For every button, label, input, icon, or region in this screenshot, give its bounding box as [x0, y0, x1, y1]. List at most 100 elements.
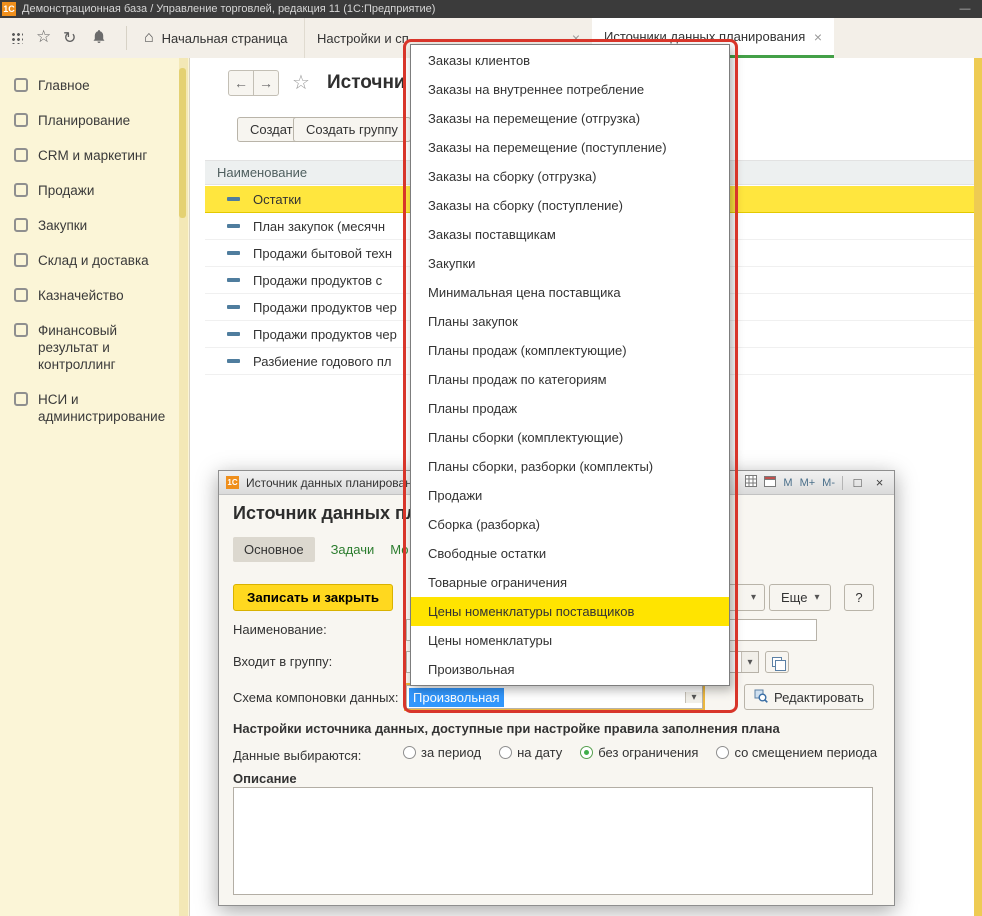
- sidebar-item-label: Казначейство: [38, 287, 124, 304]
- list-item-icon: [227, 278, 240, 282]
- favorites-star-icon[interactable]: ☆: [36, 27, 51, 47]
- sidebar-item-label: НСИ и администрирование: [38, 391, 173, 425]
- radio-option-2[interactable]: без ограничения: [580, 745, 698, 760]
- sidebar-item-4[interactable]: Закупки: [0, 208, 189, 243]
- tab-close-icon[interactable]: ×: [814, 29, 822, 45]
- tab-label: Начальная страница: [162, 31, 288, 46]
- dropdown-item[interactable]: Заказы на перемещение (поступление): [411, 133, 729, 162]
- name-label: Наименование:: [233, 622, 327, 637]
- calendar-icon[interactable]: [764, 475, 776, 490]
- schema-combo-input[interactable]: Произвольная ▾: [406, 685, 703, 709]
- tab-tasks[interactable]: Задачи: [331, 542, 375, 557]
- toolbar-separator: [126, 26, 127, 50]
- sidebar-item-8[interactable]: НСИ и администрирование: [0, 382, 189, 434]
- choose-from-list-button[interactable]: [765, 651, 789, 673]
- dropdown-item[interactable]: Планы закупок: [411, 307, 729, 336]
- tab-home[interactable]: ⌂ Начальная страница: [132, 18, 304, 58]
- main-icon: [14, 78, 28, 92]
- menu-grid-icon[interactable]: [10, 31, 23, 44]
- dialog-nav-tabs: Основное Задачи Мо: [233, 537, 408, 562]
- radio-label: за период: [421, 745, 481, 760]
- sidebar-item-label: Планирование: [38, 112, 130, 129]
- description-textarea[interactable]: [233, 787, 873, 895]
- admin-icon: [14, 392, 28, 406]
- help-button[interactable]: ?: [844, 584, 874, 611]
- forward-button[interactable]: →: [253, 70, 279, 96]
- favorite-star-icon[interactable]: ☆: [292, 70, 310, 95]
- sidebar-item-6[interactable]: Казначейство: [0, 278, 189, 313]
- dropdown-item[interactable]: Заказы поставщикам: [411, 220, 729, 249]
- chevron-down-icon: ▾: [751, 592, 756, 603]
- memory-minus-button[interactable]: М-: [822, 477, 835, 489]
- column-header-name: Наименование: [217, 165, 307, 180]
- sidebar-items: Главное Планирование CRM и маркетингПродаж…: [0, 68, 189, 434]
- row-name: Остатки: [253, 192, 301, 207]
- 1c-dialog-icon: 1C: [226, 476, 239, 489]
- history-icon[interactable]: ↻: [63, 28, 76, 48]
- planning-icon: [14, 113, 28, 127]
- 1c-logo-icon: 1C: [2, 2, 16, 16]
- home-icon: ⌂: [144, 29, 154, 47]
- memory-button[interactable]: М: [783, 477, 792, 489]
- dialog-heading: Источник данных пл: [233, 503, 417, 524]
- sidebar-item-0[interactable]: Главное: [0, 68, 189, 103]
- dropdown-item[interactable]: Заказы на сборку (поступление): [411, 191, 729, 220]
- edit-button[interactable]: Редактировать: [744, 684, 874, 710]
- radio-circle-icon: [716, 746, 729, 759]
- save-and-close-button[interactable]: Записать и закрыть: [233, 584, 393, 611]
- chevron-down-icon[interactable]: ▾: [685, 692, 702, 703]
- create-group-button[interactable]: Создать группу: [293, 117, 411, 142]
- dropdown-item[interactable]: Заказы на внутреннее потребление: [411, 75, 729, 104]
- dropdown-item[interactable]: Сборка (разборка): [411, 510, 729, 539]
- dropdown-item[interactable]: Планы сборки (комплектующие): [411, 423, 729, 452]
- dropdown-item[interactable]: Планы продаж: [411, 394, 729, 423]
- group-label: Входит в группу:: [233, 654, 332, 669]
- dropdown-item[interactable]: Продажи: [411, 481, 729, 510]
- sidebar-item-7[interactable]: Финансовый результат и контроллинг: [0, 313, 189, 382]
- minimize-button[interactable]: —: [956, 3, 974, 15]
- tab-more-nav[interactable]: Мо: [390, 542, 408, 557]
- close-icon[interactable]: ×: [872, 475, 887, 490]
- sidebar-item-5[interactable]: Склад и доставка: [0, 243, 189, 278]
- list-item-icon: [227, 197, 240, 201]
- dropdown-item[interactable]: Свободные остатки: [411, 539, 729, 568]
- chevron-down-icon: ▾: [814, 592, 819, 603]
- back-button[interactable]: ←: [228, 70, 254, 96]
- notifications-bell-icon[interactable]: [92, 29, 106, 47]
- dropdown-item[interactable]: Минимальная цена поставщика: [411, 278, 729, 307]
- dropdown-item[interactable]: Планы продаж (комплектующие): [411, 336, 729, 365]
- sidebar-item-2[interactable]: CRM и маркетинг: [0, 138, 189, 173]
- dropdown-item[interactable]: Произвольная: [411, 655, 729, 684]
- sales-icon: [14, 183, 28, 197]
- table-icon[interactable]: [745, 475, 757, 490]
- dropdown-item[interactable]: Планы продаж по категориям: [411, 365, 729, 394]
- tab-main[interactable]: Основное: [233, 537, 315, 562]
- maximize-icon[interactable]: □: [850, 475, 865, 490]
- list-item-icon: [227, 224, 240, 228]
- dropdown-item[interactable]: Заказы на перемещение (отгрузка): [411, 104, 729, 133]
- sidebar-scrollbar[interactable]: [179, 58, 188, 916]
- dropdown-item[interactable]: Цены номенклатуры поставщиков: [411, 597, 729, 626]
- dropdown-item[interactable]: Товарные ограничения: [411, 568, 729, 597]
- dropdown-item[interactable]: Заказы на сборку (отгрузка): [411, 162, 729, 191]
- dropdown-item[interactable]: Закупки: [411, 249, 729, 278]
- application-window: 1C Демонстрационная база / Управление то…: [0, 0, 982, 916]
- row-name: Продажи продуктов чер: [253, 300, 397, 315]
- window-title: Демонстрационная база / Управление торго…: [22, 3, 950, 15]
- more-button[interactable]: Еще ▾: [769, 584, 831, 611]
- sidebar-item-label: Финансовый результат и контроллинг: [38, 322, 173, 373]
- list-item-icon: [227, 332, 240, 336]
- sidebar-scrollbar-thumb[interactable]: [179, 68, 186, 218]
- right-scrollbar[interactable]: [974, 58, 982, 916]
- radio-option-3[interactable]: со смещением периода: [716, 745, 877, 760]
- memory-plus-button[interactable]: М+: [800, 477, 816, 489]
- dropdown-item[interactable]: Планы сборки, разборки (комплекты): [411, 452, 729, 481]
- dropdown-item[interactable]: Заказы клиентов: [411, 46, 729, 75]
- sidebar-item-1[interactable]: Планирование: [0, 103, 189, 138]
- dropdown-item[interactable]: Цены номенклатуры: [411, 626, 729, 655]
- chevron-down-icon[interactable]: ▾: [741, 652, 758, 672]
- radio-option-0[interactable]: за период: [403, 745, 481, 760]
- radio-option-1[interactable]: на дату: [499, 745, 562, 760]
- sidebar-item-3[interactable]: Продажи: [0, 173, 189, 208]
- dropdown-list: Заказы клиентовЗаказы на внутреннее потр…: [410, 44, 730, 686]
